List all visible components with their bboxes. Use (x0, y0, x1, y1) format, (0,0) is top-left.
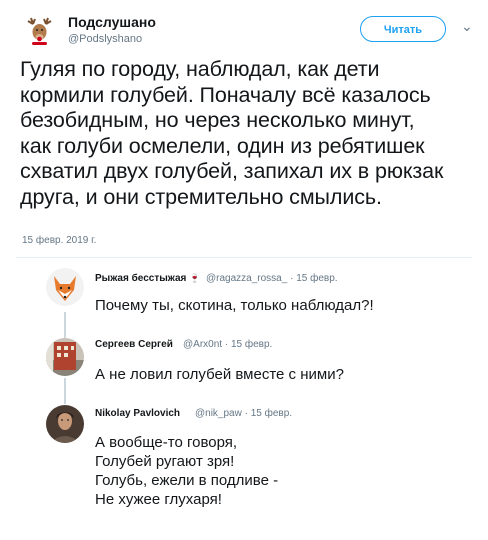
reply-author-name[interactable]: Nikolay Pavlovich (95, 408, 180, 419)
reply-avatar[interactable] (46, 338, 84, 376)
reply-meta: @nik_paw · 15 февр. (195, 408, 292, 419)
account-avatar[interactable] (22, 14, 58, 50)
reply-author-name[interactable]: Сергеев Сергей (95, 339, 173, 350)
reply-handle[interactable]: @nik_paw (195, 408, 242, 419)
reply-date[interactable]: · 15 февр. (290, 273, 337, 284)
reply-meta: @ragazza_rossa_ · 15 февр. (206, 273, 338, 284)
reply-author-name-text[interactable]: Рыжая бесстыжая (95, 273, 186, 284)
reply-text: А не ловил голубей вместе с ними? (95, 366, 344, 383)
divider (16, 257, 472, 258)
tweet-text: Гуляя по городу, наблюдал, как дети корм… (20, 57, 444, 209)
account-handle[interactable]: @Podslyshano (68, 33, 142, 45)
reindeer-logo-icon (23, 15, 57, 49)
reply-handle[interactable]: @ragazza_rossa_ (206, 273, 287, 284)
chevron-down-icon[interactable]: ⌄ (461, 18, 473, 35)
reply-avatar[interactable] (46, 268, 84, 306)
reply-author-name[interactable]: Рыжая бесстыжая 🍷 (95, 273, 200, 284)
tweet-date[interactable]: 15 февр. 2019 г. (22, 235, 96, 246)
reply-date[interactable]: · 15 февр. (225, 339, 272, 350)
follow-button[interactable]: Читать (360, 16, 446, 42)
reply-avatar[interactable] (46, 405, 84, 443)
thread-line (64, 378, 66, 404)
thread-line (64, 312, 66, 338)
reply-handle[interactable]: @Arx0nt (183, 339, 222, 350)
reply-date[interactable]: · 15 февр. (245, 408, 292, 419)
wine-glass-icon: 🍷 (189, 273, 201, 283)
reply-text: А вообще-то говоря, Голубей ругают зря! … (95, 434, 279, 508)
fox-avatar-icon (46, 268, 84, 306)
person-avatar-icon (46, 405, 84, 443)
reply-meta: @Arx0nt · 15 февр. (183, 339, 272, 350)
building-avatar-icon (46, 338, 84, 376)
reply-text: Почему ты, скотина, только наблюдал?! (95, 297, 374, 314)
account-name[interactable]: Подслушано (68, 14, 156, 30)
